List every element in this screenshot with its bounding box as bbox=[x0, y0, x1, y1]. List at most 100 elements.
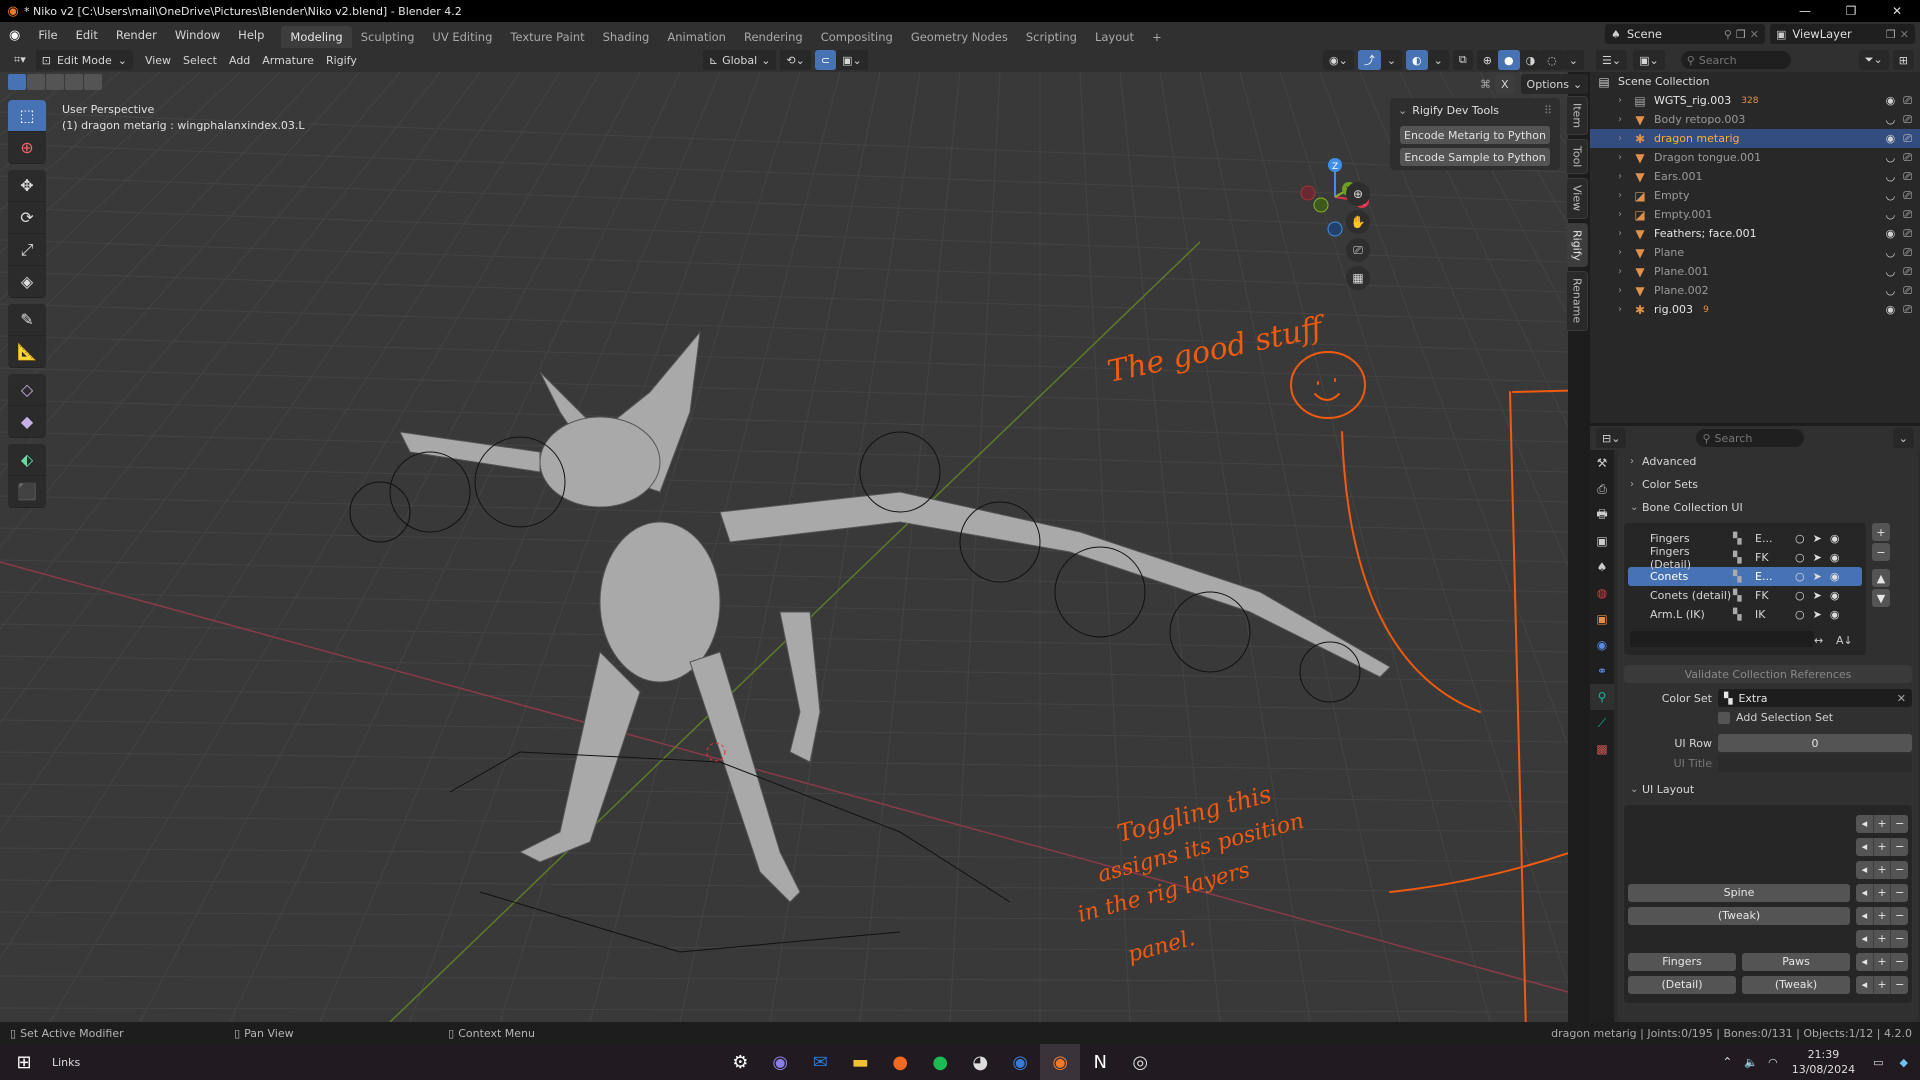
remove-row-icon[interactable]: − bbox=[1891, 815, 1908, 833]
new-collection-button[interactable]: ⊞ bbox=[1892, 50, 1914, 70]
move-left-icon[interactable]: ◂ bbox=[1856, 860, 1874, 879]
steam-app-icon[interactable]: ◉ bbox=[1000, 1044, 1040, 1080]
snap-toggle[interactable]: ⊂ bbox=[814, 50, 837, 70]
section-bone-collection-ui[interactable]: ⌄ Bone Collection UI bbox=[1618, 496, 1918, 519]
camera-icon[interactable]: ⎚ bbox=[1346, 238, 1370, 262]
panel-header[interactable]: ⌄ Rigify Dev Tools ⠿ bbox=[1390, 98, 1560, 122]
move-left-icon[interactable]: ◂ bbox=[1856, 906, 1874, 925]
output-tab-icon[interactable]: 🖶 bbox=[1590, 502, 1614, 528]
annotate-tool[interactable]: ✎ bbox=[8, 304, 46, 336]
windows-start-icon[interactable]: ⊞ bbox=[4, 1044, 44, 1080]
solo-icon[interactable]: ○ bbox=[1795, 608, 1805, 621]
blender-app-icon[interactable]: ◉ bbox=[1040, 1044, 1081, 1080]
solid-shading[interactable]: ● bbox=[1497, 50, 1520, 70]
tab-animation[interactable]: Animation bbox=[658, 26, 735, 48]
properties-editor-type[interactable]: ⊟⌄ bbox=[1596, 428, 1627, 448]
tab-layout[interactable]: Layout bbox=[1086, 26, 1143, 48]
solo-icon[interactable]: ○ bbox=[1795, 589, 1805, 602]
clear-icon[interactable]: ✕ bbox=[1897, 692, 1906, 705]
camera-icon[interactable]: ⎚ bbox=[1903, 284, 1912, 298]
ui-layout-button[interactable]: (Tweak) bbox=[1742, 975, 1850, 994]
expand-icon[interactable]: › bbox=[1618, 266, 1632, 277]
camera-icon[interactable]: ⎚ bbox=[1903, 246, 1912, 260]
remove-collection-button[interactable]: − bbox=[1872, 543, 1890, 561]
sort-alpha-icon[interactable]: A↓ bbox=[1836, 634, 1853, 647]
tab-item[interactable]: Item bbox=[1566, 96, 1588, 136]
tab-scripting[interactable]: Scripting bbox=[1017, 26, 1086, 48]
solo-icon[interactable]: ○ bbox=[1795, 570, 1805, 583]
expand-icon[interactable]: › bbox=[1618, 114, 1632, 125]
wifi-icon[interactable]: ◠ bbox=[1768, 1056, 1778, 1069]
eye-icon[interactable]: ◉ bbox=[1830, 570, 1840, 583]
select-icon[interactable]: ➤ bbox=[1813, 551, 1822, 564]
filter-input[interactable] bbox=[1630, 631, 1814, 647]
extrude-tool[interactable]: ⬖ bbox=[8, 444, 46, 476]
eye-icon[interactable]: ◉ bbox=[1886, 227, 1896, 241]
menu-edit[interactable]: Edit bbox=[67, 22, 107, 48]
tab-shading[interactable]: Shading bbox=[594, 26, 659, 48]
world-tab-icon[interactable]: ◍ bbox=[1590, 580, 1614, 606]
select-icon[interactable]: ➤ bbox=[1813, 608, 1822, 621]
delete-view-layer-icon[interactable]: ✕ bbox=[1900, 28, 1909, 41]
expand-icon[interactable]: › bbox=[1618, 304, 1632, 315]
remove-row-icon[interactable]: − bbox=[1891, 930, 1908, 948]
ortho-grid-icon[interactable]: ▦ bbox=[1346, 266, 1370, 290]
tab-view[interactable]: View bbox=[1566, 178, 1588, 219]
add-row-icon[interactable]: + bbox=[1874, 860, 1892, 879]
eye-closed-icon[interactable]: ◡ bbox=[1886, 246, 1896, 260]
move-left-icon[interactable]: ◂ bbox=[1856, 814, 1874, 833]
remove-row-icon[interactable]: − bbox=[1891, 884, 1908, 902]
eye-icon[interactable]: ◉ bbox=[1830, 551, 1840, 564]
rotate-tool[interactable]: ⟳ bbox=[8, 202, 46, 234]
eye-closed-icon[interactable]: ◡ bbox=[1886, 113, 1896, 127]
menu-add[interactable]: Add bbox=[223, 50, 256, 70]
select-invert-button[interactable] bbox=[65, 74, 83, 90]
remove-row-icon[interactable]: − bbox=[1891, 861, 1908, 879]
camera-icon[interactable]: ⎚ bbox=[1903, 265, 1912, 279]
tab-sculpting[interactable]: Sculpting bbox=[352, 26, 424, 48]
tab-rigify[interactable]: Rigify bbox=[1566, 222, 1588, 268]
notion-app-icon[interactable]: N bbox=[1080, 1044, 1120, 1080]
gizmo-dropdown[interactable]: ⌄ bbox=[1380, 50, 1403, 70]
outliner-row[interactable]: › ▼ Body retopo.003 ◡ ⎚ bbox=[1590, 110, 1920, 129]
measure-tool[interactable]: 📐 bbox=[8, 336, 46, 368]
xray-toggle[interactable]: ⧉ bbox=[1452, 50, 1473, 70]
overlay-dropdown[interactable]: ⌄ bbox=[1427, 50, 1449, 70]
add-row-icon[interactable]: + bbox=[1874, 929, 1892, 948]
swap-icon[interactable]: ↔ bbox=[1814, 634, 1823, 647]
add-row-icon[interactable]: + bbox=[1874, 883, 1892, 902]
move-left-icon[interactable]: ◂ bbox=[1856, 952, 1874, 971]
physics-tab-icon[interactable]: ◉ bbox=[1590, 632, 1614, 658]
outliner-row[interactable]: › ▼ Plane ◡ ⎚ bbox=[1590, 243, 1920, 262]
add-collection-button[interactable]: + bbox=[1872, 523, 1890, 541]
outliner-row[interactable]: › ◪ Empty ◡ ⎚ bbox=[1590, 186, 1920, 205]
tab-texture-paint[interactable]: Texture Paint bbox=[501, 26, 593, 48]
scale-tool[interactable]: ⤢ bbox=[8, 234, 46, 266]
clip-studio-app-icon[interactable]: ◎ bbox=[1120, 1044, 1160, 1080]
pivot-dropdown[interactable]: ⟲⌄ bbox=[780, 50, 811, 70]
menu-armature[interactable]: Armature bbox=[256, 50, 320, 70]
select-icon[interactable]: ➤ bbox=[1813, 532, 1822, 545]
bone-envelope-tool[interactable]: ⬛ bbox=[8, 476, 46, 508]
add-workspace-button[interactable]: + bbox=[1143, 26, 1171, 48]
expand-icon[interactable]: › bbox=[1618, 285, 1632, 296]
menu-file[interactable]: File bbox=[29, 22, 66, 48]
eye-icon[interactable]: ◉ bbox=[1830, 608, 1840, 621]
view-layer-tab-icon[interactable]: ▣ bbox=[1590, 528, 1614, 554]
wireframe-shading[interactable]: ⊕ bbox=[1476, 50, 1498, 70]
tool-tab-icon[interactable]: ⚒ bbox=[1590, 450, 1614, 476]
scene-selector[interactable]: ♠ Scene ⚲ ❐ ✕ bbox=[1605, 24, 1765, 44]
add-row-icon[interactable]: + bbox=[1874, 837, 1892, 856]
eye-closed-icon[interactable]: ◡ bbox=[1886, 189, 1896, 203]
section-color-sets[interactable]: › Color Sets bbox=[1618, 473, 1918, 496]
ui-row-field[interactable]: 0 bbox=[1718, 734, 1912, 752]
camera-icon[interactable]: ⎚ bbox=[1903, 132, 1912, 146]
copilot-app-icon[interactable]: ◉ bbox=[760, 1044, 800, 1080]
remove-row-icon[interactable]: − bbox=[1891, 907, 1908, 925]
add-selection-set-checkbox[interactable] bbox=[1718, 711, 1730, 724]
bone-size-tool[interactable]: ◆ bbox=[8, 406, 46, 438]
blender-menu-icon[interactable]: ◉ bbox=[0, 22, 29, 48]
outliner-row[interactable]: › ▼ Feathers; face.001 ◉ ⎚ bbox=[1590, 224, 1920, 243]
ui-layout-button[interactable]: Spine bbox=[1628, 883, 1850, 902]
move-down-button[interactable]: ▼ bbox=[1872, 589, 1890, 607]
